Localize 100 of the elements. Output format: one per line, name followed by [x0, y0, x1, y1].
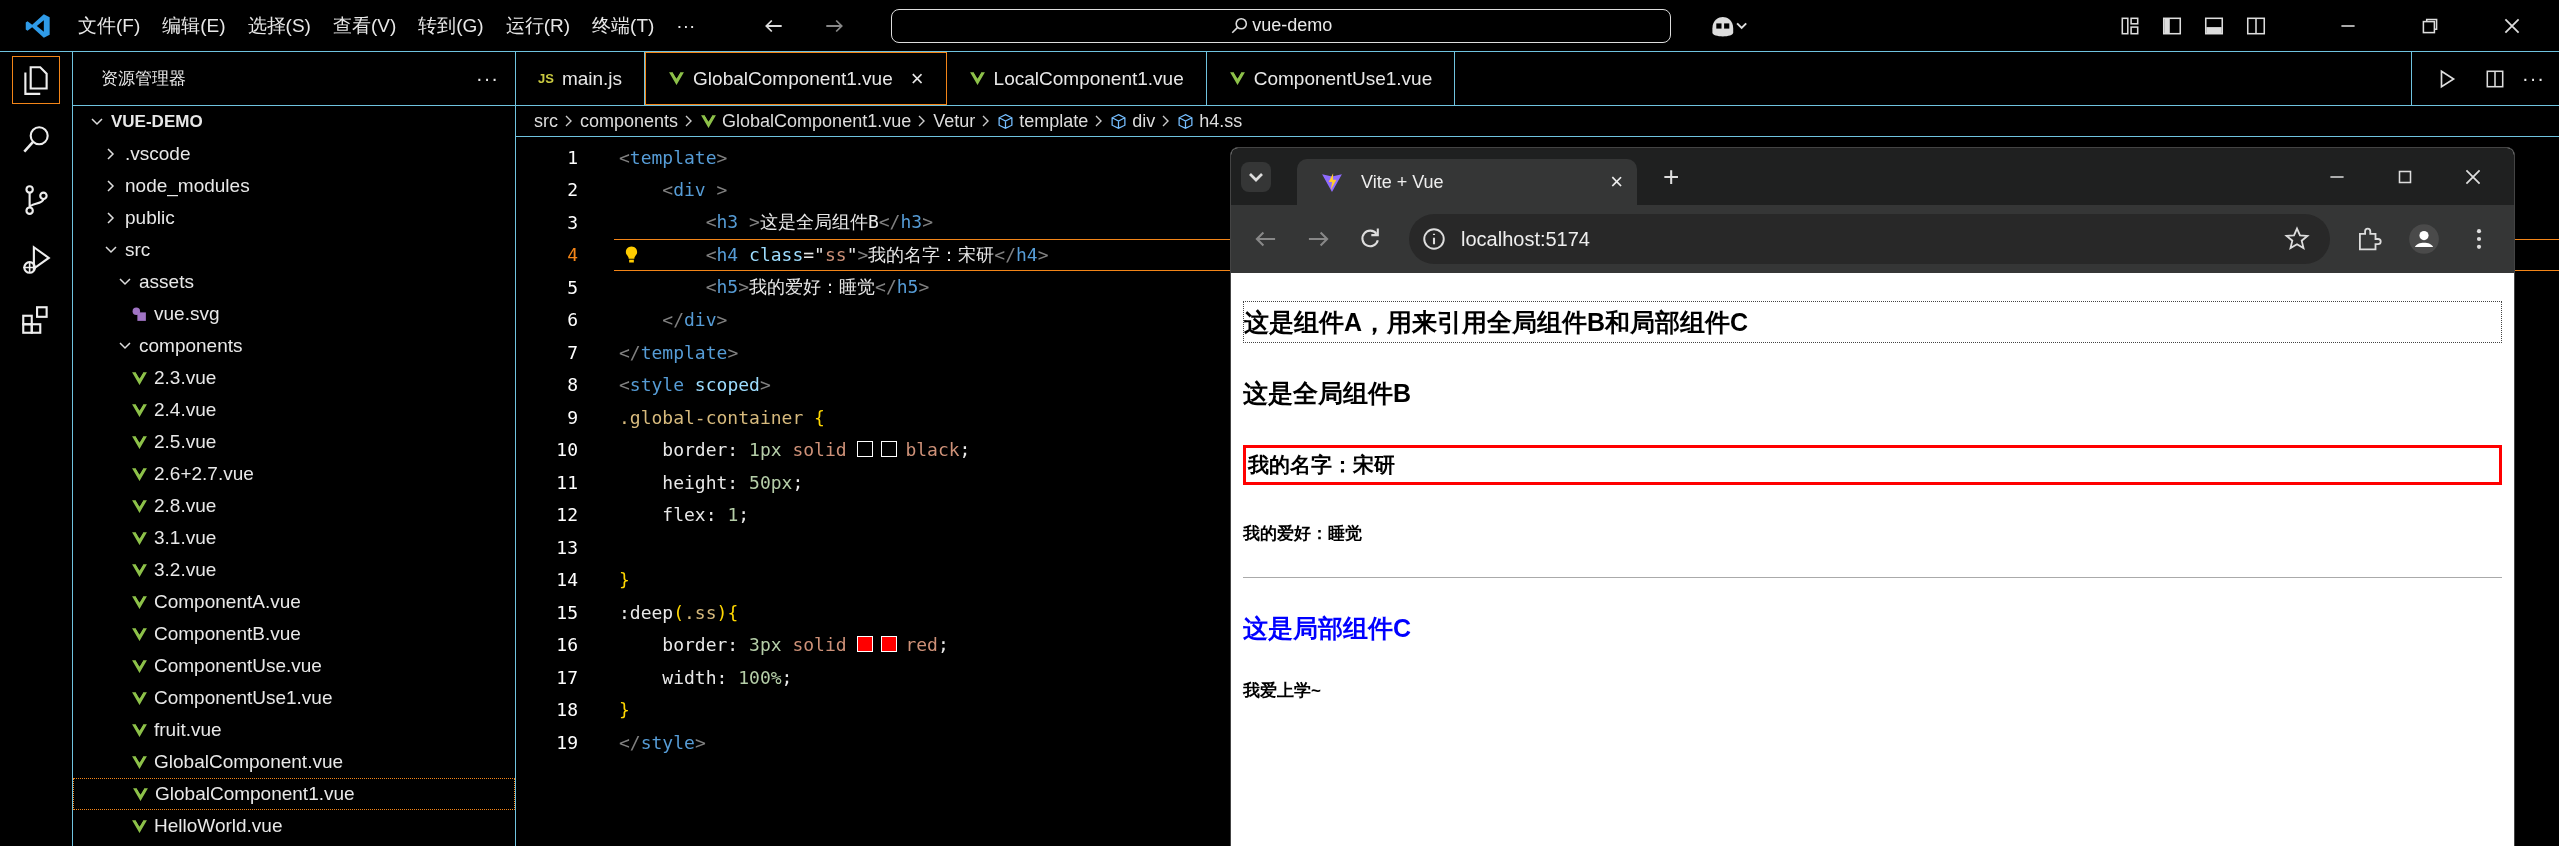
tree-item[interactable]: ComponentUse1.vue — [73, 682, 515, 714]
tree-item[interactable]: .vscode — [73, 138, 515, 170]
editor-tab[interactable]: JS main.js — [516, 52, 646, 105]
tree-item[interactable]: ComponentB.vue — [73, 618, 515, 650]
line-number: 2 — [566, 179, 579, 201]
tree-item[interactable]: assets — [73, 266, 515, 298]
vue-file-icon — [131, 721, 148, 739]
lightbulb-icon[interactable] — [624, 244, 639, 265]
chevron-right-icon — [564, 113, 574, 129]
editor-tab[interactable]: ComponentUse1.vue — [1206, 52, 1456, 105]
line-number: 8 — [566, 374, 579, 396]
breadcrumb-item[interactable]: h4.ss — [1177, 110, 1243, 132]
info-icon — [1421, 226, 1447, 252]
tree-item[interactable]: public — [73, 202, 515, 234]
line-number: 6 — [566, 309, 579, 331]
tree-item[interactable]: GlobalComponent1.vue — [73, 778, 515, 810]
menu-item[interactable]: 终端(T) — [592, 12, 655, 39]
tree-item[interactable]: 2.3.vue — [73, 362, 515, 394]
code-line: </style> — [619, 731, 706, 753]
vue-file-icon — [131, 369, 148, 387]
sidebar-title: 资源管理器 — [101, 68, 186, 90]
code-line: } — [619, 699, 630, 721]
breadcrumb-item[interactable]: div — [1110, 110, 1156, 132]
menu-item[interactable]: 转到(G) — [418, 12, 484, 39]
menu-item[interactable]: 查看(V) — [332, 12, 397, 39]
vite-logo-icon — [1321, 171, 1343, 193]
code-line: .global-container { — [619, 406, 825, 428]
vue-file-icon — [131, 433, 148, 451]
line-number: 9 — [566, 406, 579, 428]
line-number: 1 — [566, 146, 579, 168]
line-number: 4 — [566, 244, 579, 266]
line-number: 7 — [566, 341, 579, 363]
breadcrumb-item[interactable]: components — [580, 110, 679, 132]
star-icon[interactable] — [2284, 226, 2310, 252]
line-number: 11 — [555, 471, 579, 493]
breadcrumb-item[interactable]: GlobalComponent1.vue — [700, 110, 912, 132]
tree-item[interactable]: 3.1.vue — [73, 522, 515, 554]
tree-item[interactable]: src — [73, 234, 515, 266]
tree-item[interactable]: fruit.vue — [73, 714, 515, 746]
tree-item[interactable]: vue.svg — [73, 298, 515, 330]
vue-file-icon — [131, 401, 148, 419]
code-line: :deep(.ss){ — [619, 601, 739, 623]
tree-item[interactable]: node_modules — [73, 170, 515, 202]
editor-tab[interactable]: LocalComponent1.vue — [946, 52, 1207, 105]
line-number: 17 — [555, 666, 579, 688]
line-number: 16 — [555, 634, 579, 656]
search-field[interactable]: vue-demo — [891, 8, 1672, 43]
address-bar[interactable]: localhost:5174 — [1409, 214, 2330, 264]
menu-item[interactable]: 文件(F) — [78, 12, 141, 39]
tree-item[interactable]: 2.8.vue — [73, 490, 515, 522]
code-line: height: 50px; — [662, 471, 804, 493]
browser-tab[interactable]: Vite + Vue × — [1297, 159, 1637, 205]
vue-file-icon — [131, 561, 148, 579]
page-text: 我爱上学~ — [1243, 679, 1322, 702]
menu-item[interactable]: 选择(S) — [247, 12, 311, 39]
breadcrumb-item[interactable]: template — [997, 110, 1089, 132]
more-actions-button[interactable]: ··· — [2522, 67, 2545, 90]
code-line: <h4 class="ss">我的名字：宋研</h4> — [705, 242, 1049, 267]
line-number: 3 — [566, 211, 579, 233]
code-line: border: 3px solid red; — [662, 634, 949, 656]
vue-file-icon — [131, 625, 148, 643]
vue-file-icon — [131, 689, 148, 707]
vue-file-icon — [131, 497, 148, 515]
code-line: <template> — [619, 146, 728, 168]
line-number: 18 — [555, 699, 579, 721]
tree-item[interactable]: 2.6+2.7.vue — [73, 458, 515, 490]
code-line: flex: 1; — [662, 504, 750, 526]
puzzle-icon[interactable] — [2356, 226, 2382, 252]
code-line: <div > — [662, 179, 728, 201]
menu-item[interactable]: 运行(R) — [505, 12, 571, 39]
vue-file-icon — [1228, 70, 1246, 87]
tree-item[interactable]: ComponentA.vue — [73, 586, 515, 618]
image-file-icon — [131, 305, 148, 323]
menu-item[interactable]: ··· — [676, 14, 696, 37]
more-actions-button[interactable]: ··· — [476, 67, 499, 90]
tree-item[interactable]: 2.5.vue — [73, 426, 515, 458]
tree-item[interactable]: GlobalComponent.vue — [73, 746, 515, 778]
tree-item[interactable]: ComponentUse.vue — [73, 650, 515, 682]
tree-item[interactable]: components — [73, 330, 515, 362]
tab-list-icon[interactable] — [1241, 161, 1271, 192]
explorer-icon[interactable] — [12, 56, 60, 104]
tree-item[interactable]: VUE-DEMO — [73, 106, 515, 138]
code-line: <style scoped> — [619, 374, 771, 396]
tree-item[interactable]: 2.4.vue — [73, 394, 515, 426]
vue-file-icon — [131, 593, 148, 611]
breadcrumb-item[interactable]: src — [534, 110, 558, 132]
line-number: 10 — [555, 439, 579, 461]
tree-item[interactable]: HelloWorld.vue — [73, 810, 515, 842]
code-line: </template> — [619, 341, 739, 363]
page-subheading: 我的名字：宋研 — [1243, 445, 2502, 485]
editor-tab[interactable]: GlobalComponent1.vue × — [645, 52, 947, 105]
cube-icon — [1110, 112, 1128, 130]
code-line: } — [619, 569, 630, 591]
menu-item[interactable]: 编辑(E) — [162, 12, 226, 39]
page-text: 我的爱好：睡觉 — [1243, 522, 1363, 545]
breadcrumb-item[interactable]: Vetur — [933, 110, 976, 132]
tree-item[interactable]: 3.2.vue — [73, 554, 515, 586]
new-tab-button[interactable]: + — [1663, 160, 1680, 193]
vue-file-icon — [132, 785, 149, 803]
profile-avatar-icon[interactable] — [2408, 223, 2440, 255]
